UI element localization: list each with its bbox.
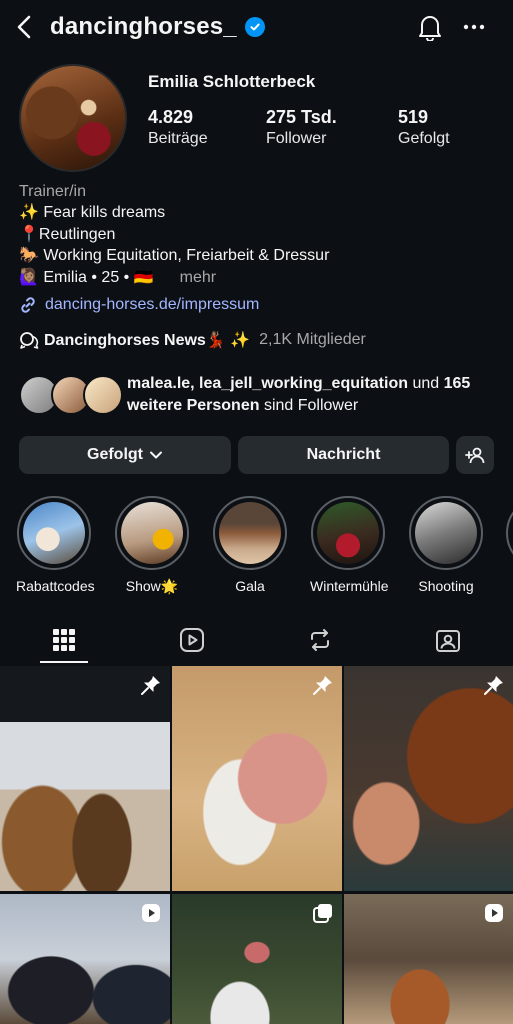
- bio-line: ✨ Fear kills dreams: [19, 204, 166, 221]
- post-tile[interactable]: [172, 894, 342, 1024]
- bio-line: 📍Reutlingen: [19, 225, 116, 243]
- profile-avatar[interactable]: [19, 64, 127, 172]
- carousel-icon: [313, 904, 332, 923]
- display-name: Emilia Schlotterbeck: [148, 72, 316, 91]
- message-button[interactable]: Nachricht: [238, 436, 449, 474]
- profile-link[interactable]: dancing-horses.de/impressum: [19, 296, 259, 314]
- mutual-suffix: sind Follower: [263, 397, 359, 414]
- reels-icon: [180, 628, 204, 652]
- highlight-wintermuehle[interactable]: Wintermühle: [310, 496, 389, 594]
- grid-icon: [53, 629, 75, 651]
- channel-icon: [20, 332, 39, 349]
- stat-following[interactable]: 519 Gefolgt: [398, 107, 450, 148]
- active-tab-indicator: [40, 661, 88, 663]
- pin-icon: [313, 676, 332, 695]
- stat-label: Follower: [266, 130, 327, 147]
- pin-icon: [141, 676, 160, 695]
- tagged-icon: [436, 630, 460, 652]
- suggest-users-button[interactable]: [456, 436, 494, 474]
- tab-grid[interactable]: [34, 620, 94, 660]
- back-arrow-icon: [17, 15, 31, 39]
- highlight-cover: [415, 502, 477, 564]
- highlight-show[interactable]: Show🌟: [114, 496, 190, 595]
- post-tile[interactable]: [0, 894, 170, 1024]
- profile-username-header: dancinghorses_: [50, 10, 265, 44]
- stat-value: 519: [398, 107, 429, 127]
- highlight-label: Gala: [235, 578, 265, 594]
- chevron-down-icon: [150, 451, 162, 459]
- mutual-followers-text[interactable]: malea.le, lea_jell_working_equitation un…: [127, 373, 497, 417]
- post-tile[interactable]: [344, 894, 513, 1024]
- highlight-cover: [23, 502, 85, 564]
- highlight-rabattcodes[interactable]: Rabattcodes: [16, 496, 95, 594]
- more-options-button[interactable]: [458, 10, 490, 44]
- stat-value: 275 Tsd.: [266, 107, 337, 127]
- profile-link-text: dancing-horses.de/impressum: [45, 296, 260, 313]
- repost-icon: [311, 629, 329, 651]
- stat-label: Beiträge: [148, 130, 208, 147]
- reel-icon: [485, 904, 503, 922]
- stat-value: 4.829: [148, 107, 194, 127]
- notifications-button[interactable]: [414, 10, 446, 44]
- following-label: Gefolgt: [87, 446, 143, 463]
- avatar: [83, 375, 123, 415]
- highlight-gala[interactable]: Gala: [212, 496, 288, 594]
- profile-tabs: [0, 620, 513, 664]
- highlight-cover: [317, 502, 379, 564]
- link-icon: [21, 297, 35, 313]
- post-tile[interactable]: [0, 666, 170, 891]
- highlight-label: Wintermühle: [310, 578, 389, 594]
- bio-line: 🐎 Working Equitation, Freiarbeit & Dress…: [19, 247, 330, 264]
- channel-name: Dancinghorses News💃🏽 ✨: [44, 332, 251, 349]
- highlight-partial[interactable]: [506, 496, 513, 570]
- bio: ✨ Fear kills dreams 📍Reutlingen 🐎 Workin…: [19, 202, 329, 288]
- mutual-and: und: [412, 375, 440, 392]
- stat-label: Gefolgt: [398, 130, 450, 147]
- broadcast-channel[interactable]: Dancinghorses News💃🏽 ✨ 2,1K Mitglieder: [19, 330, 366, 350]
- back-button[interactable]: [10, 10, 38, 44]
- following-button[interactable]: Gefolgt: [19, 436, 231, 474]
- tab-reposts[interactable]: [290, 620, 350, 660]
- bio-line: 🙋🏽‍♀️ Emilia • 25 • 🇩🇪: [19, 268, 154, 286]
- tab-reels[interactable]: [162, 620, 222, 660]
- channel-members: 2,1K Mitglieder: [259, 331, 366, 348]
- tab-tagged[interactable]: [418, 620, 478, 660]
- pin-icon: [484, 676, 503, 695]
- more-icon: [463, 24, 485, 30]
- mutual-names: malea.le, lea_jell_working_equitation: [127, 375, 408, 392]
- highlight-label: Rabattcodes: [16, 578, 95, 594]
- bio-more-link[interactable]: mehr: [180, 269, 216, 286]
- reel-icon: [142, 904, 160, 922]
- stat-posts[interactable]: 4.829 Beiträge: [148, 107, 208, 148]
- username: dancinghorses_: [50, 13, 237, 40]
- bell-icon: [419, 16, 441, 41]
- highlight-cover: [219, 502, 281, 564]
- mutual-followers-avatars[interactable]: [19, 375, 123, 415]
- stat-followers[interactable]: 275 Tsd. Follower: [266, 107, 337, 148]
- highlight-cover: [121, 502, 183, 564]
- profile-category: Trainer/in: [19, 183, 86, 200]
- highlight-shooting[interactable]: Shooting: [408, 496, 484, 594]
- add-person-icon: [465, 447, 485, 464]
- highlight-label: Shooting: [418, 578, 474, 594]
- highlight-label: Show🌟: [125, 578, 179, 594]
- message-label: Nachricht: [306, 446, 381, 463]
- verified-badge-icon: [244, 17, 265, 37]
- post-tile[interactable]: [344, 666, 513, 891]
- post-tile[interactable]: [172, 666, 342, 891]
